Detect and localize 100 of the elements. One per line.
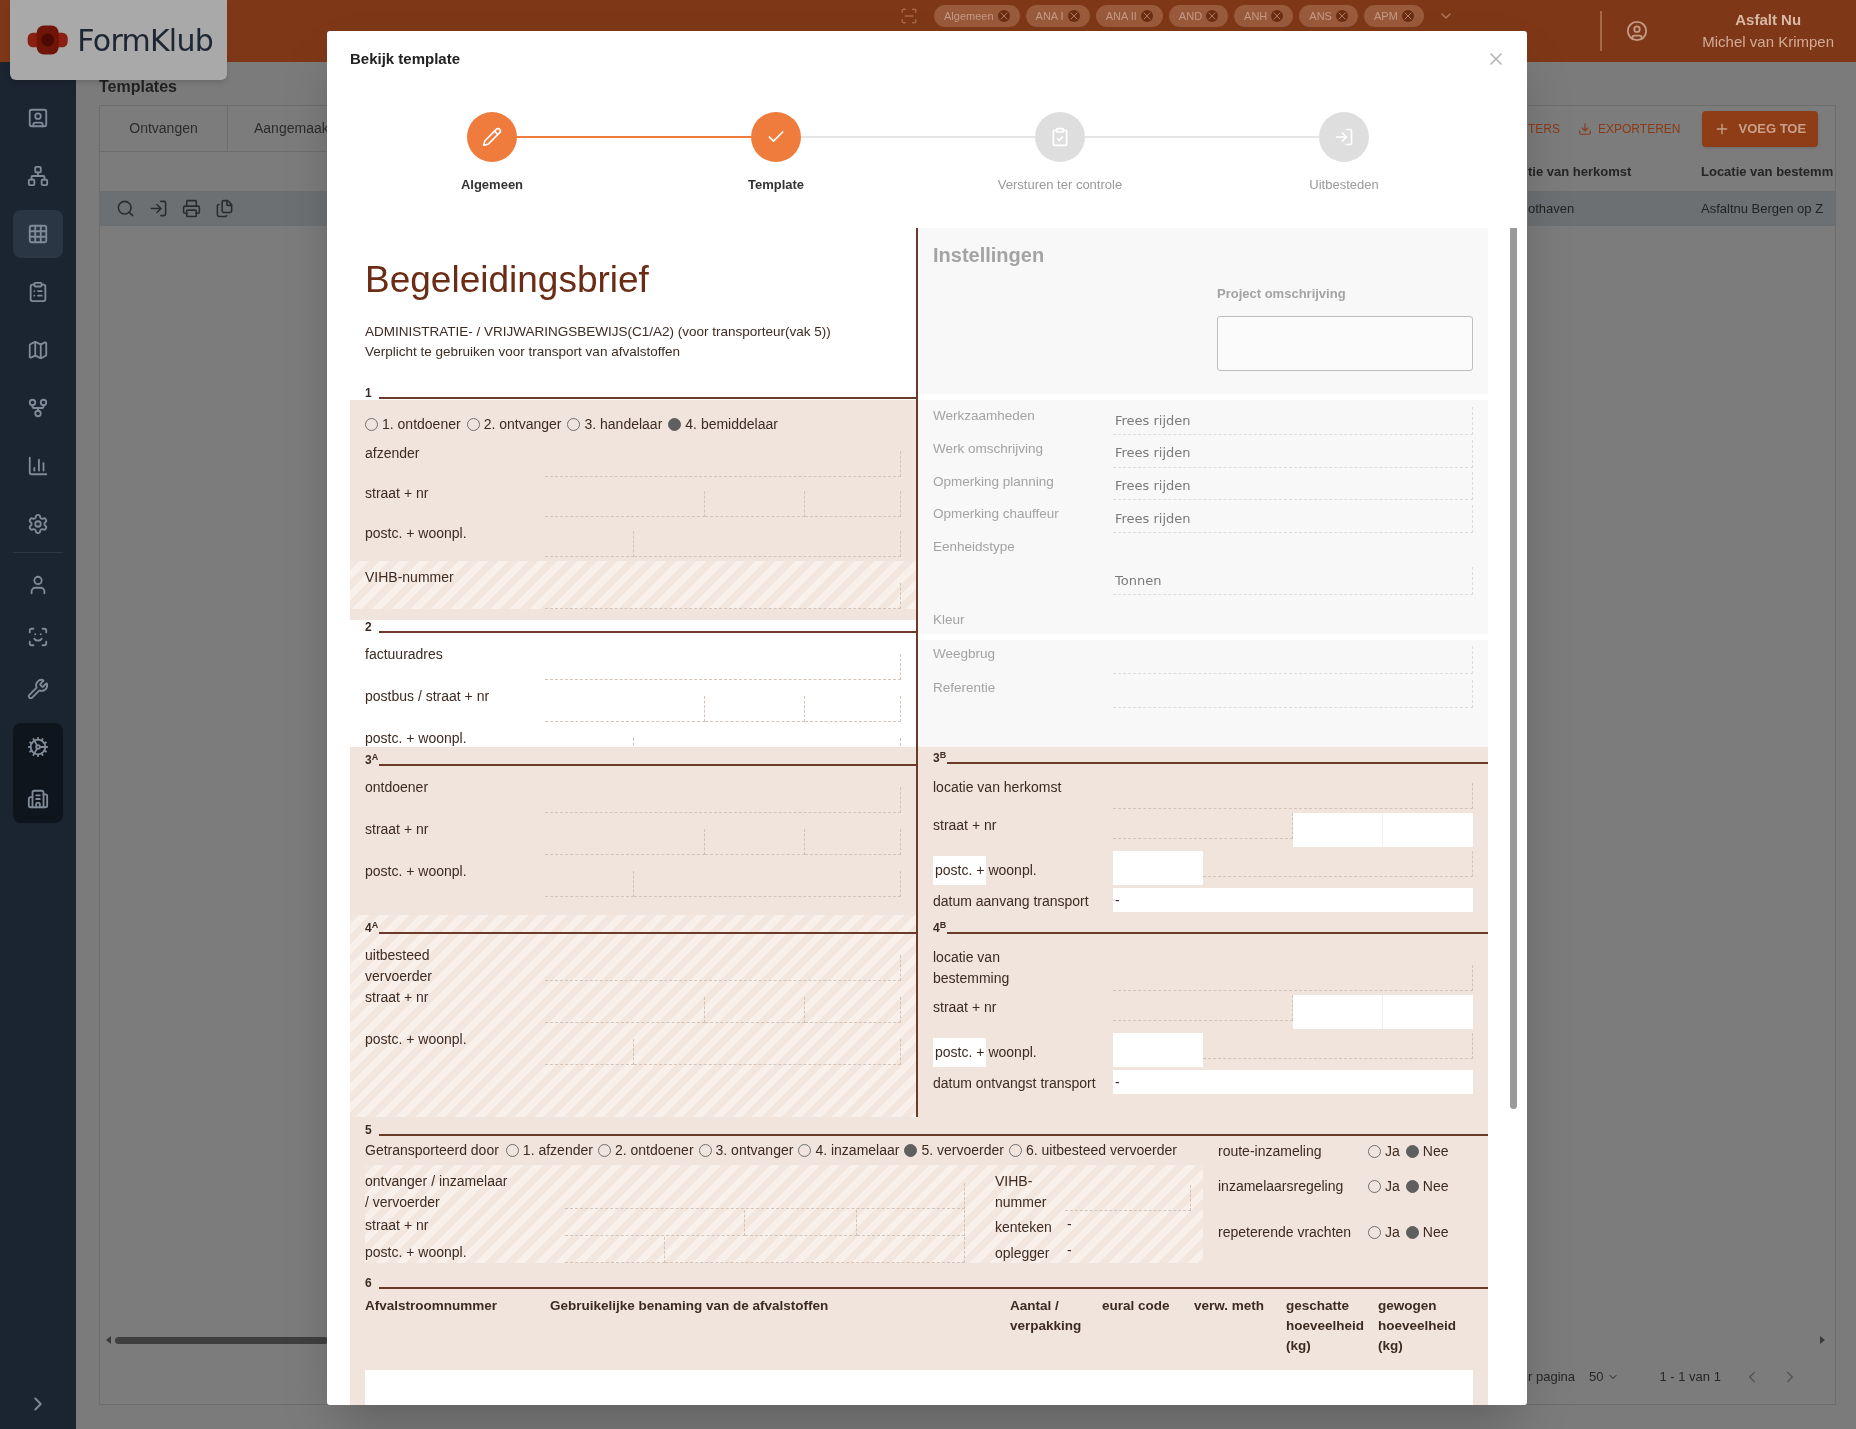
vertical-scrollbar[interactable]: [1510, 228, 1517, 1109]
filter-chip[interactable]: ANS: [1299, 5, 1358, 27]
input-field[interactable]: [1113, 965, 1473, 991]
input-field[interactable]: [1113, 680, 1473, 708]
input-field[interactable]: [665, 1237, 965, 1263]
scroll-left-icon[interactable]: [106, 1336, 111, 1344]
close-icon[interactable]: [1335, 10, 1348, 22]
input-field[interactable]: [705, 997, 805, 1023]
input-field[interactable]: [804, 696, 901, 722]
radio-button[interactable]: [1405, 1225, 1419, 1239]
input-field[interactable]: [634, 1039, 901, 1065]
close-icon[interactable]: [1271, 10, 1284, 22]
clipboard-icon: [27, 281, 49, 303]
project-description-field[interactable]: [1217, 315, 1473, 371]
close-icon[interactable]: [1067, 10, 1080, 22]
input-field[interactable]: [1203, 1033, 1473, 1059]
filter-chip[interactable]: AND: [1168, 5, 1229, 27]
input-field[interactable]: Frees rijden: [1113, 505, 1473, 534]
input-field[interactable]: [565, 1237, 665, 1263]
field-label: factuuradres: [365, 646, 443, 662]
input-field[interactable]: [1203, 851, 1473, 877]
setting-label: Weegbrug: [933, 646, 996, 661]
input-field[interactable]: Tonnen: [1113, 567, 1473, 596]
table-cell-text: Asfaltnu Bergen op Z: [1701, 199, 1824, 218]
input-field[interactable]: [1065, 1185, 1191, 1211]
input-field[interactable]: [545, 451, 901, 477]
add-button[interactable]: VOEG TOE: [1702, 111, 1819, 147]
input-field[interactable]: [857, 1210, 965, 1236]
copy-icon[interactable]: [215, 199, 234, 218]
radio-button[interactable]: [668, 418, 682, 431]
printer-icon[interactable]: [182, 199, 201, 218]
input-field[interactable]: [545, 1039, 634, 1065]
input-field[interactable]: [545, 787, 901, 813]
setting-label: Werk omschrijving: [933, 440, 1044, 456]
input-field[interactable]: [804, 997, 901, 1023]
input-field[interactable]: [1383, 995, 1473, 1029]
filter-chip[interactable]: APM: [1363, 5, 1424, 27]
radio-label: 3. handelaar: [584, 415, 663, 434]
user-avatar-icon[interactable]: [1626, 20, 1649, 42]
input-field[interactable]: [565, 1183, 965, 1209]
input-field[interactable]: Frees rijden: [1113, 439, 1473, 468]
input-field[interactable]: [705, 491, 805, 517]
radio-button[interactable]: [1405, 1144, 1419, 1158]
input-field[interactable]: [1113, 1033, 1203, 1067]
input-field[interactable]: [1113, 851, 1203, 885]
input-field[interactable]: [545, 871, 634, 897]
search-icon[interactable]: [116, 199, 135, 218]
horizontal-scrollbar[interactable]: [115, 1336, 328, 1344]
input-field[interactable]: -: [1065, 1238, 1191, 1262]
input-field[interactable]: [545, 531, 634, 557]
input-field[interactable]: Frees rijden: [1113, 406, 1473, 435]
input-field[interactable]: [545, 696, 706, 722]
input-field[interactable]: [545, 583, 901, 609]
filter-chip[interactable]: Algemeen: [934, 5, 1020, 27]
input-field[interactable]: [565, 1210, 745, 1236]
input-field[interactable]: [634, 871, 901, 897]
input-field[interactable]: [545, 829, 706, 855]
input-field[interactable]: [705, 696, 805, 722]
input-field[interactable]: [705, 829, 805, 855]
tab[interactable]: Ontvangen: [100, 106, 228, 152]
radio-button[interactable]: [1405, 1179, 1419, 1193]
input-field[interactable]: [804, 491, 901, 517]
section-number: 4$^{A}$: [365, 921, 379, 935]
page-title: Templates: [99, 77, 177, 97]
arrow-into-box-icon[interactable]: [149, 199, 168, 218]
export-button[interactable]: EXPORTEREN: [1578, 120, 1681, 138]
close-icon[interactable]: [1140, 10, 1153, 22]
input-field[interactable]: -: [1113, 888, 1473, 912]
input-field[interactable]: [1113, 783, 1473, 809]
filter-chip[interactable]: ANA II: [1095, 5, 1163, 27]
filter-chip[interactable]: ANH: [1234, 5, 1294, 27]
field-label: locatie van herkomst: [933, 779, 1062, 795]
filters-link[interactable]: TERS: [1528, 120, 1560, 138]
input-field[interactable]: [745, 1210, 857, 1236]
sidebar-item[interactable]: [13, 210, 63, 258]
input-field[interactable]: Frees rijden: [1113, 472, 1473, 501]
field-label: straat + nr: [365, 821, 429, 837]
close-icon[interactable]: [997, 10, 1010, 22]
close-icon[interactable]: [1401, 10, 1414, 22]
scan-icon[interactable]: [900, 7, 918, 25]
input-field[interactable]: [804, 829, 901, 855]
input-field[interactable]: [545, 491, 706, 517]
input-field[interactable]: -: [1113, 1070, 1473, 1094]
scroll-right-icon[interactable]: [1820, 1336, 1825, 1344]
input-field[interactable]: [634, 531, 901, 557]
input-field[interactable]: [545, 997, 706, 1023]
per-page-select[interactable]: 50: [1589, 1367, 1620, 1387]
download-icon: [1578, 122, 1592, 136]
field-label: postc. +: [933, 856, 987, 885]
input-field[interactable]: [545, 654, 901, 680]
input-field[interactable]: [1113, 646, 1473, 674]
input-field[interactable]: -: [1065, 1212, 1191, 1236]
column-header[interactable]: Locatie van bestemm: [1701, 161, 1834, 182]
settings-title: Instellingen: [933, 243, 1046, 268]
close-icon[interactable]: [1206, 10, 1219, 22]
column-header[interactable]: tie van herkomst: [1528, 161, 1701, 182]
per-page-label: r pagina: [1528, 1368, 1575, 1387]
radio-button[interactable]: [904, 1143, 918, 1157]
input-field[interactable]: [1383, 813, 1473, 847]
input-field[interactable]: [545, 955, 901, 981]
